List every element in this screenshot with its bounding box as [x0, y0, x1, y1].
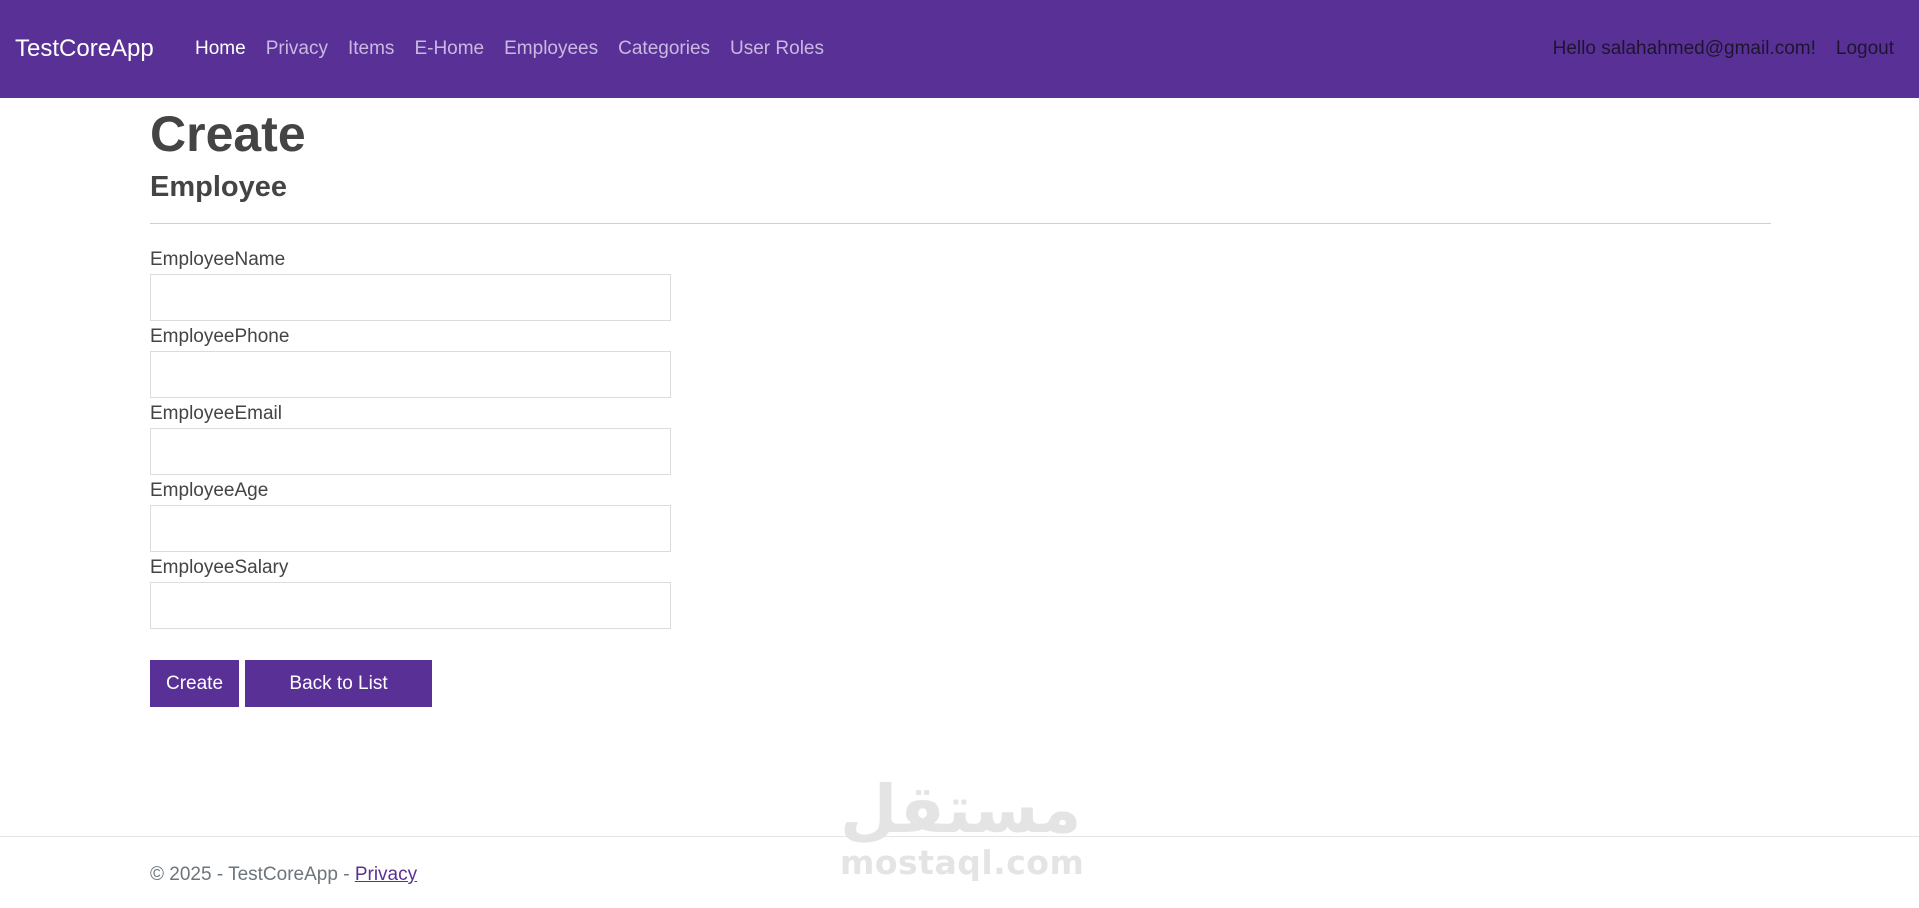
employee-email-label: EmployeeEmail	[150, 403, 282, 424]
top-navbar: TestCoreApp Home Privacy Items E-Home Em…	[0, 0, 1919, 98]
brand-link[interactable]: TestCoreApp	[15, 0, 154, 98]
logout-button[interactable]: Logout	[1836, 38, 1894, 60]
create-button[interactable]: Create	[150, 660, 239, 707]
form-group-employee-email: EmployeeEmail	[150, 402, 671, 475]
nav-privacy[interactable]: Privacy	[256, 0, 338, 98]
employee-name-input[interactable]	[150, 274, 671, 321]
nav-employees[interactable]: Employees	[494, 0, 608, 98]
user-greeting-link[interactable]: Hello salahahmed@gmail.com!	[1553, 38, 1816, 60]
employee-phone-label: EmployeePhone	[150, 326, 290, 347]
footer-copyright: © 2025 - TestCoreApp -	[150, 864, 355, 885]
employee-age-input[interactable]	[150, 505, 671, 552]
nav-user-area: Hello salahahmed@gmail.com! Logout	[1553, 0, 1894, 98]
employee-salary-label: EmployeeSalary	[150, 557, 289, 578]
back-to-list-button[interactable]: Back to List	[245, 660, 432, 707]
footer-privacy-link[interactable]: Privacy	[355, 864, 417, 885]
nav-categories[interactable]: Categories	[608, 0, 720, 98]
nav-home[interactable]: Home	[185, 0, 256, 98]
employee-phone-input[interactable]	[150, 351, 671, 398]
footer: © 2025 - TestCoreApp - Privacy	[0, 836, 1919, 908]
page-title: Create	[150, 106, 306, 162]
nav-user-roles[interactable]: User Roles	[720, 0, 834, 98]
form-group-employee-phone: EmployeePhone	[150, 325, 671, 398]
employee-name-label: EmployeeName	[150, 249, 286, 270]
employee-salary-input[interactable]	[150, 582, 671, 629]
divider	[150, 223, 1771, 224]
nav-e-home[interactable]: E-Home	[404, 0, 494, 98]
form-group-employee-name: EmployeeName	[150, 248, 671, 321]
footer-text: © 2025 - TestCoreApp - Privacy	[150, 864, 417, 886]
employee-email-input[interactable]	[150, 428, 671, 475]
nav-links: Home Privacy Items E-Home Employees Cate…	[185, 0, 834, 98]
form-group-employee-salary: EmployeeSalary	[150, 556, 671, 629]
page-subtitle: Employee	[150, 171, 287, 203]
watermark-arabic-text: مستقل	[840, 771, 1082, 848]
nav-items[interactable]: Items	[338, 0, 404, 98]
form-group-employee-age: EmployeeAge	[150, 479, 671, 552]
employee-age-label: EmployeeAge	[150, 480, 269, 501]
